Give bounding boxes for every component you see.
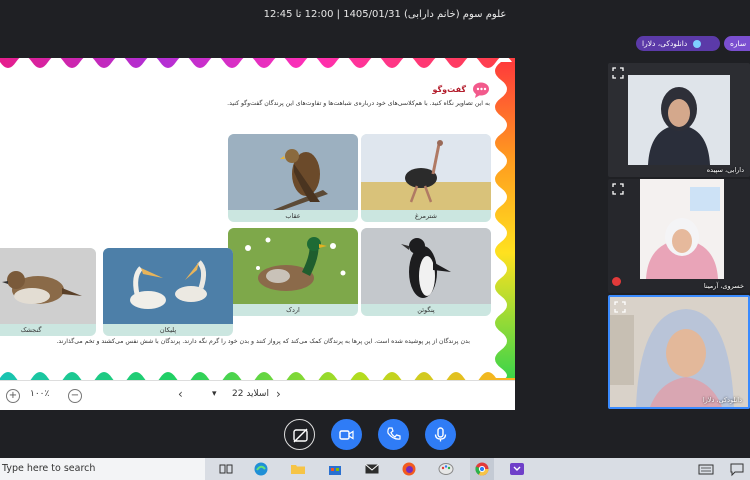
sparrow-photo: [0, 248, 96, 324]
firefox-icon[interactable]: [401, 461, 417, 477]
share-screen-toggle[interactable]: [284, 419, 315, 450]
slide-selector[interactable]: ▾: [212, 389, 217, 399]
student-b-video: [610, 297, 748, 407]
participant-name: خسروی، آرمینا: [703, 282, 744, 290]
rainbow-wave-right: [495, 62, 515, 380]
slide-bottom-text: بدن پرندگان از پر پوشیده شده است. این پر…: [56, 338, 470, 345]
bird-caption: اردک: [286, 306, 300, 314]
teacher-video: [628, 75, 730, 165]
pelican-photo: [103, 248, 233, 324]
presenter-chip[interactable]: دانلودکی، دلارا: [636, 36, 720, 51]
file-explorer-icon[interactable]: [290, 461, 306, 477]
notifications-icon[interactable]: [729, 461, 745, 477]
video-camera-icon: [339, 430, 354, 440]
bird-card-duck: اردک: [228, 228, 358, 316]
speech-bubble-icon: [473, 82, 489, 98]
taskbar-search-input[interactable]: Type here to search: [0, 458, 205, 480]
instruction-text: به این تصاویر نگاه کنید. با هم‌کلاسی‌های…: [227, 100, 490, 107]
bird-caption: عقاب: [285, 212, 301, 220]
zoom-in-button[interactable]: +: [6, 389, 20, 403]
bird-card-pelican: پلیکان: [103, 248, 233, 336]
bird-caption: پنگوئن: [417, 306, 435, 314]
zoom-level: ۱۰۰٪: [30, 389, 50, 399]
participant-chip-name: ساره: [730, 39, 747, 48]
slide-viewer-toolbar: + ۱۰۰٪ − ‹ ▾ اسلاید 22 ›: [0, 380, 515, 410]
screen-off-icon: [293, 428, 308, 443]
participant-chip[interactable]: ساره: [724, 36, 750, 51]
shared-slide: گفت‌وگو به این تصاویر نگاه کنید. با هم‌ک…: [0, 58, 515, 410]
edge-browser-icon[interactable]: [253, 461, 269, 477]
duck-photo: [228, 228, 358, 304]
zoom-out-button[interactable]: −: [68, 389, 82, 403]
lesson-heading: گفت‌وگو: [410, 80, 490, 100]
bird-card-eagle: عقاب: [228, 134, 358, 222]
camera-button[interactable]: [331, 419, 362, 450]
mail-icon[interactable]: [364, 461, 380, 477]
os-taskbar: Type here to search: [0, 458, 750, 480]
expand-icon[interactable]: [614, 301, 626, 313]
bird-caption: گنجشک: [20, 326, 42, 334]
eagle-photo: [228, 134, 358, 210]
rainbow-wave-top: [0, 58, 515, 68]
microphone-button[interactable]: [425, 419, 456, 450]
meeting-header: علوم سوم (خانم دارابی) 1405/01/31 | 12:0…: [0, 0, 750, 34]
ostrich-photo: [361, 134, 491, 210]
video-tile-student-b[interactable]: دانلودکی، دلارا: [608, 295, 750, 409]
mic-indicator-icon: [692, 40, 701, 48]
meeting-title: علوم سوم (خانم دارابی) 1405/01/31 | 12:0…: [263, 9, 507, 20]
bird-caption: شترمرغ: [415, 212, 437, 220]
presenter-name: دانلودکی، دلارا: [642, 39, 688, 48]
meeting-app-icon[interactable]: [509, 461, 525, 477]
muted-mic-icon: [612, 277, 621, 286]
student-a-video: [640, 179, 724, 279]
bird-card-penguin: پنگوئن: [361, 228, 491, 316]
video-tile-teacher[interactable]: دارابی، سپیده: [608, 63, 750, 177]
expand-icon[interactable]: [612, 183, 624, 195]
phone-icon: [387, 427, 401, 440]
chevron-down-icon: ▾: [212, 389, 217, 399]
penguin-photo: [361, 228, 491, 304]
bird-caption: پلیکان: [159, 326, 177, 334]
previous-slide-icon[interactable]: ›: [276, 387, 281, 401]
paint-icon[interactable]: [438, 461, 454, 477]
bird-card-sparrow: گنجشک: [0, 248, 96, 336]
participant-name: دارابی، سپیده: [706, 166, 744, 174]
expand-icon[interactable]: [612, 67, 624, 79]
participant-name: دانلودکی، دلارا: [702, 396, 742, 404]
slide-number: اسلاید 22: [232, 389, 269, 399]
lesson-title: گفت‌وگو: [432, 85, 466, 94]
video-tile-student-a[interactable]: خسروی، آرمینا: [608, 179, 750, 293]
rainbow-wave-bottom: [0, 372, 515, 382]
next-slide-icon[interactable]: ‹: [178, 387, 183, 401]
task-view-icon[interactable]: [218, 461, 234, 477]
microphone-icon: [434, 427, 447, 442]
leave-call-button[interactable]: [378, 419, 409, 450]
bird-card-ostrich: شترمرغ: [361, 134, 491, 222]
keyboard-icon[interactable]: [698, 461, 714, 477]
store-icon[interactable]: [327, 461, 343, 477]
chrome-icon[interactable]: [474, 461, 490, 477]
